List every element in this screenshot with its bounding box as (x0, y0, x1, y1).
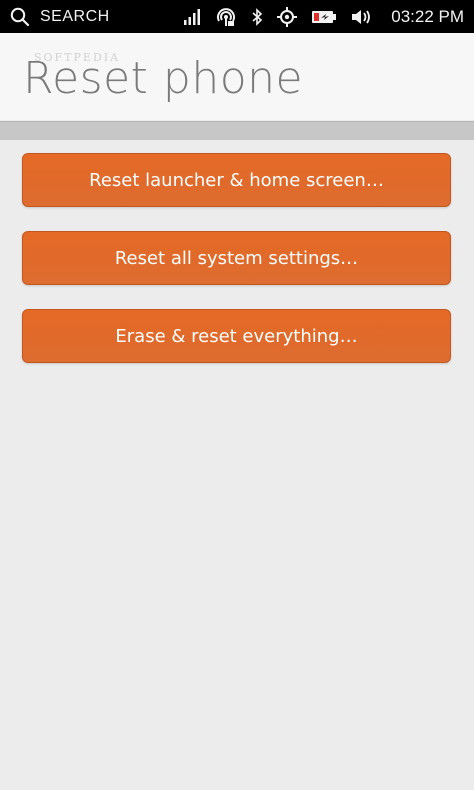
reset-system-settings-button[interactable]: Reset all system settings… (22, 231, 451, 285)
status-indicators: 03:22 PM (183, 6, 464, 28)
search-icon[interactable] (10, 7, 30, 27)
header-divider (0, 121, 474, 140)
location-icon[interactable] (277, 6, 298, 27)
erase-reset-everything-button[interactable]: Erase & reset everything… (22, 309, 451, 363)
page-header: SOFTPEDIA Reset phone (0, 33, 474, 120)
volume-icon[interactable] (351, 8, 373, 26)
reset-launcher-button[interactable]: Reset launcher & home screen… (22, 153, 451, 207)
search-label[interactable]: SEARCH (40, 8, 110, 26)
bluetooth-icon[interactable] (251, 7, 263, 26)
search-area[interactable]: SEARCH (10, 7, 110, 27)
battery-icon[interactable] (311, 9, 337, 25)
hotspot-icon[interactable] (215, 6, 237, 28)
page-title: Reset phone (23, 53, 304, 104)
signal-icon[interactable] (183, 8, 201, 26)
status-bar: SEARCH 03:22 PM (0, 0, 474, 33)
clock-time[interactable]: 03:22 PM (391, 7, 464, 27)
